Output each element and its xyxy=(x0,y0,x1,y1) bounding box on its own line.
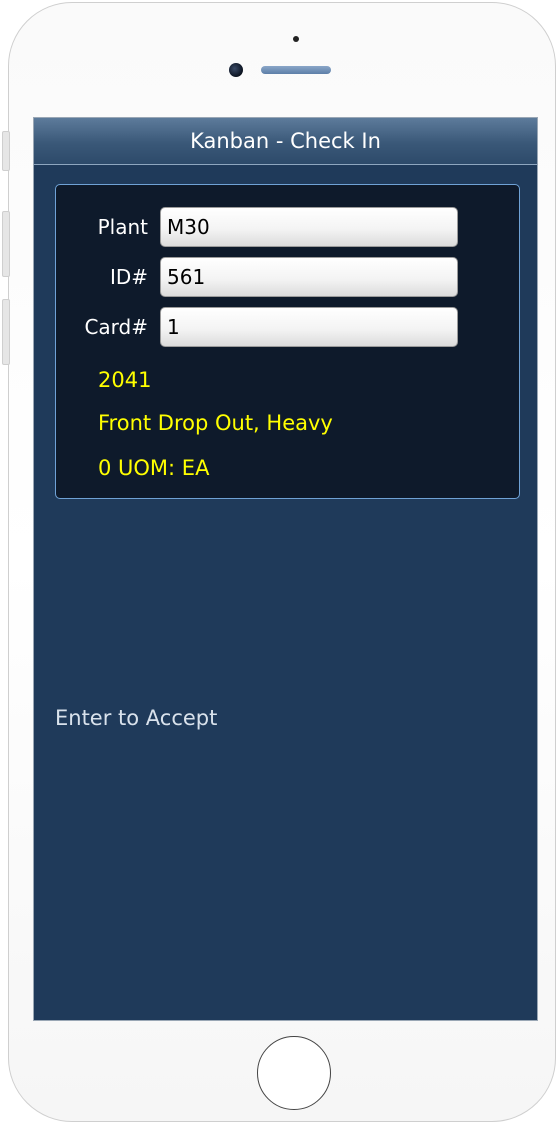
item-number: 2041 xyxy=(98,368,152,392)
silent-switch xyxy=(2,131,10,171)
id-label: ID# xyxy=(109,265,148,289)
title-bar: Kanban - Check In xyxy=(34,118,537,165)
front-camera-icon xyxy=(229,63,243,77)
check-in-form-panel: Plant ID# Card# 2041 Front Drop Out, Hea… xyxy=(55,184,520,499)
accept-prompt: Enter to Accept xyxy=(55,706,218,730)
volume-down-button xyxy=(2,299,10,365)
item-quantity: 0 UOM: EA xyxy=(98,456,210,480)
page-title: Kanban - Check In xyxy=(190,129,381,153)
plant-row: Plant xyxy=(56,206,519,248)
id-row: ID# xyxy=(56,256,519,298)
volume-up-button xyxy=(2,211,10,277)
earpiece-speaker xyxy=(261,66,331,74)
plant-input[interactable] xyxy=(160,207,458,247)
item-description: Front Drop Out, Heavy xyxy=(98,411,333,435)
app-screen: Kanban - Check In Plant ID# Card# 2041 F… xyxy=(33,117,538,1021)
home-button[interactable] xyxy=(257,1036,331,1110)
proximity-sensor xyxy=(293,36,299,42)
card-label: Card# xyxy=(84,315,148,339)
id-input[interactable] xyxy=(160,257,458,297)
plant-label: Plant xyxy=(97,215,148,239)
card-input[interactable] xyxy=(160,307,458,347)
card-row: Card# xyxy=(56,306,519,348)
